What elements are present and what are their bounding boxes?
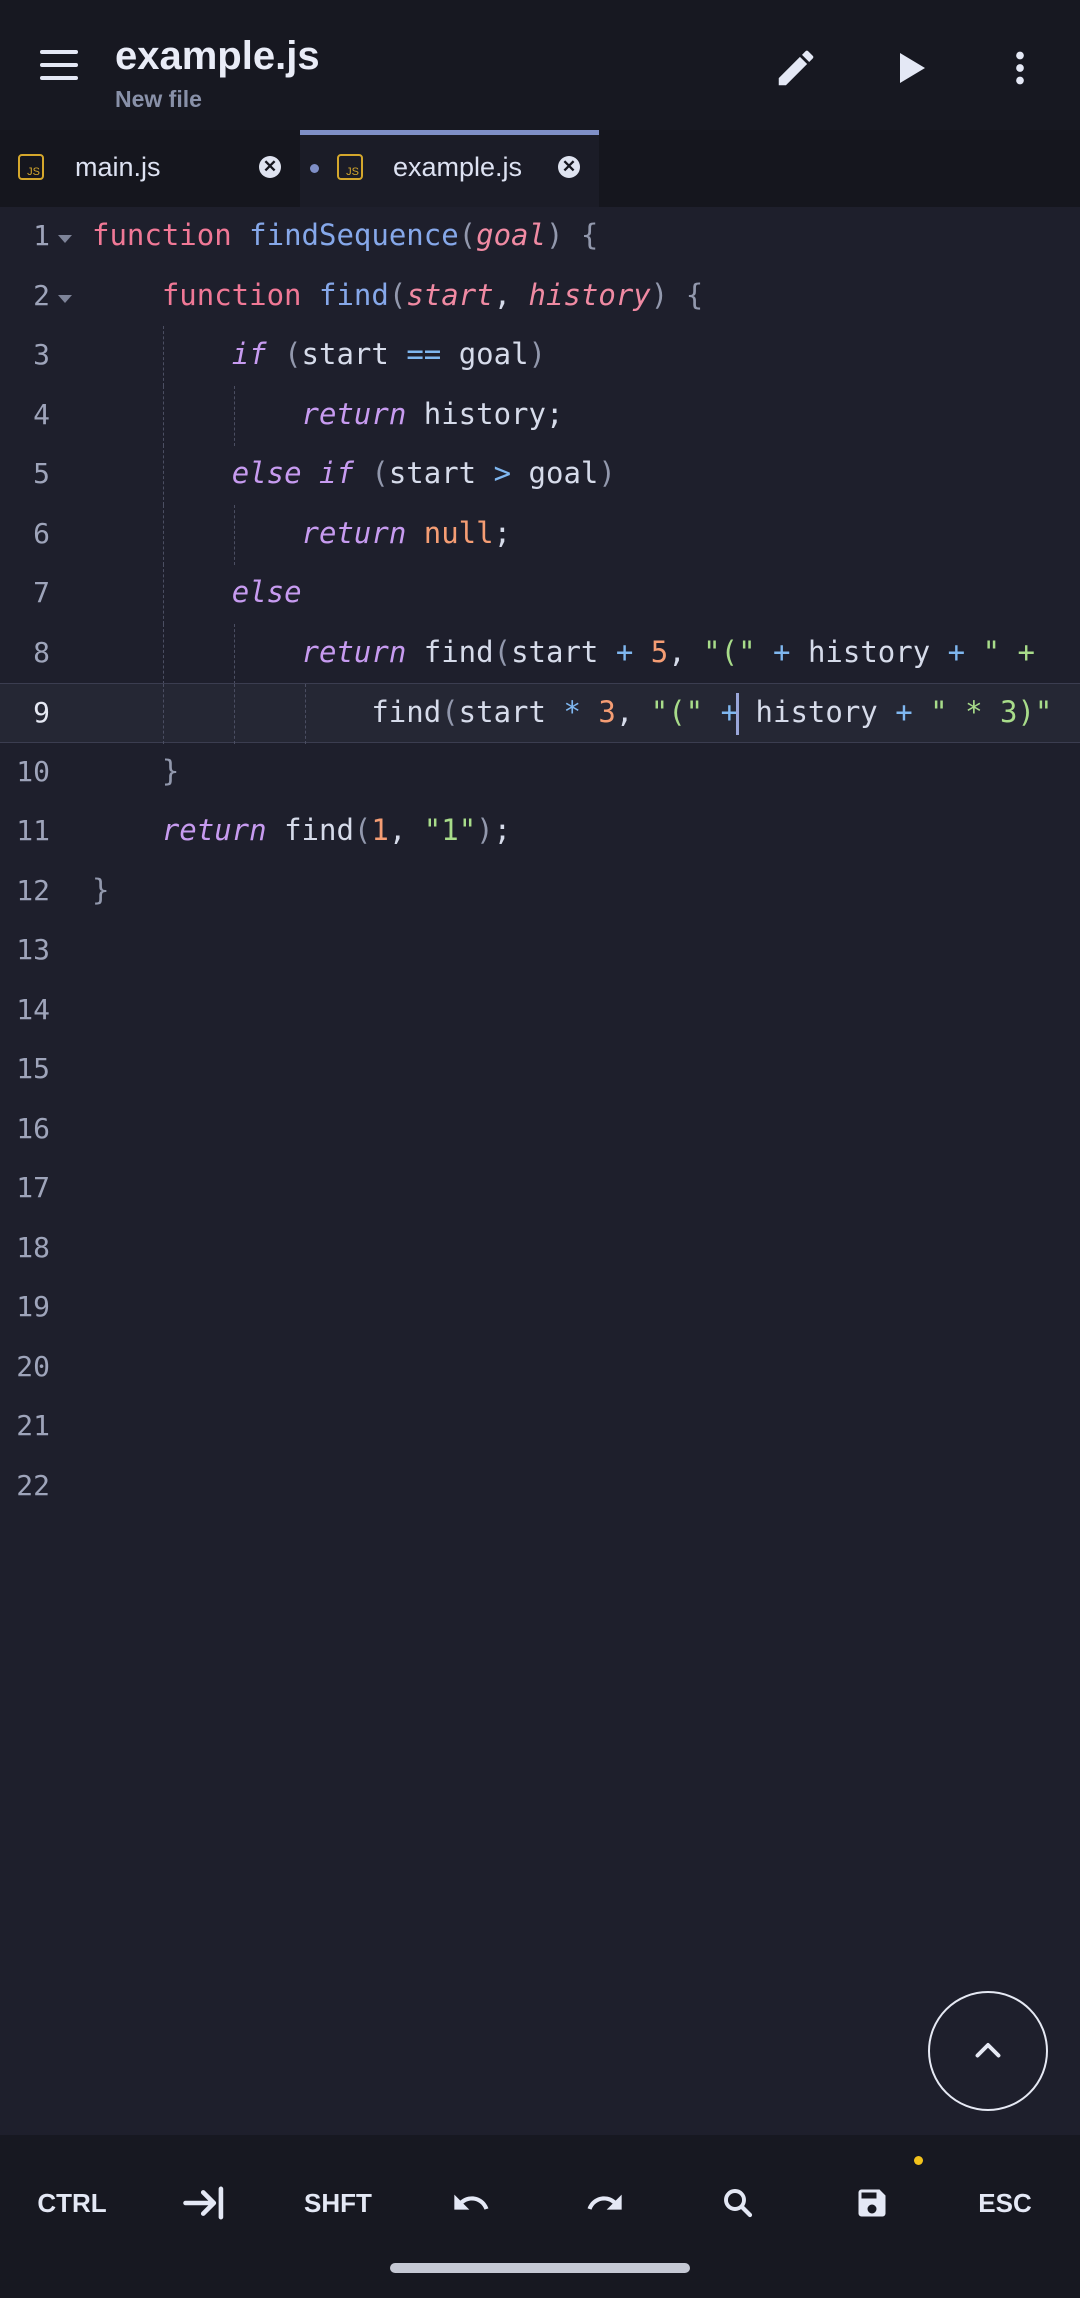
fold-chevron-icon[interactable]	[58, 235, 72, 243]
code-line[interactable]: 6 return null;	[0, 505, 1080, 565]
code-line[interactable]: 19	[0, 1278, 1080, 1338]
unsaved-dot-icon	[310, 164, 319, 173]
code-text: return find(1, "1");	[161, 813, 512, 847]
line-number: 8	[33, 636, 50, 669]
more-icon[interactable]	[990, 38, 1050, 98]
code-line[interactable]: 18	[0, 1219, 1080, 1279]
line-number: 4	[33, 398, 50, 431]
menu-icon[interactable]	[30, 36, 88, 94]
undo-icon[interactable]	[421, 2173, 521, 2233]
code-text: }	[92, 873, 110, 907]
line-number: 3	[33, 338, 50, 371]
code-line[interactable]: 5 else if (start > goal)	[0, 445, 1080, 505]
line-number: 20	[16, 1350, 50, 1383]
code-text: return history;	[301, 397, 564, 431]
file-subtitle: New file	[115, 86, 202, 112]
line-number: 6	[33, 517, 50, 550]
code-line[interactable]: 2 function find(start, history) {	[0, 267, 1080, 327]
code-text: function findSequence(goal) {	[92, 218, 599, 252]
js-file-icon: JS	[337, 154, 363, 180]
code-text: }	[161, 754, 180, 788]
code-line[interactable]: 11 return find(1, "1");	[0, 802, 1080, 862]
save-icon[interactable]	[822, 2173, 922, 2233]
code-text: return null;	[301, 516, 512, 550]
run-icon[interactable]	[880, 38, 940, 98]
code-text: find(start * 3, "(" + history + " * 3)"	[92, 695, 1053, 729]
search-icon[interactable]	[688, 2173, 788, 2233]
code-line[interactable]: 3 if (start == goal)	[0, 326, 1080, 386]
code-line[interactable]: 22	[0, 1457, 1080, 1517]
tab-icon[interactable]	[155, 2173, 255, 2233]
line-number: 21	[16, 1409, 50, 1442]
home-indicator[interactable]	[390, 2263, 690, 2273]
code-line[interactable]: 12 }	[0, 862, 1080, 922]
code-text: if (start == goal)	[231, 337, 547, 371]
line-number: 22	[16, 1469, 50, 1502]
code-editor[interactable]: 1 function findSequence(goal) { 2 functi…	[0, 207, 1080, 2135]
fold-chevron-icon[interactable]	[58, 295, 72, 303]
code-line[interactable]: 15	[0, 1040, 1080, 1100]
app-bar: example.js New file	[0, 0, 1080, 130]
tab-example-js[interactable]: JS example.js ✕	[300, 130, 599, 207]
code-line[interactable]: 8 return find(start + 5, "(" + history +…	[0, 624, 1080, 684]
tab-main-js[interactable]: JS main.js ✕	[0, 130, 300, 207]
code-line[interactable]: 16	[0, 1100, 1080, 1160]
line-number: 14	[16, 993, 50, 1026]
chevron-up-icon	[975, 2043, 1001, 2058]
code-line[interactable]: 7 else	[0, 564, 1080, 624]
line-number: 13	[16, 933, 50, 966]
line-number: 17	[16, 1171, 50, 1204]
code-text: else	[231, 575, 302, 609]
code-line[interactable]: 4 return history;	[0, 386, 1080, 446]
line-number: 12	[16, 874, 50, 907]
code-line[interactable]: 20	[0, 1338, 1080, 1398]
line-number: 10	[16, 755, 50, 788]
code-line[interactable]: 1 function findSequence(goal) {	[0, 207, 1080, 267]
code-line[interactable]: 10 }	[0, 743, 1080, 803]
code-line[interactable]: 17	[0, 1159, 1080, 1219]
line-number: 2	[33, 279, 50, 312]
tab-label: main.js	[75, 152, 161, 182]
key-toolbar: CTRL SHFT ESC	[0, 2135, 1080, 2298]
line-number: 18	[16, 1231, 50, 1264]
code-text: else if (start > goal)	[231, 456, 616, 490]
line-number: 9	[33, 696, 50, 729]
file-title: example.js	[115, 34, 320, 78]
line-number: 11	[16, 814, 50, 847]
line-number: 1	[33, 219, 50, 252]
code-line[interactable]: 13	[0, 921, 1080, 981]
unsaved-indicator-icon	[914, 2156, 923, 2165]
scroll-up-button[interactable]	[928, 1991, 1048, 2111]
tab-label: example.js	[393, 152, 523, 182]
ctrl-key[interactable]: CTRL	[22, 2173, 122, 2233]
line-number: 7	[33, 576, 50, 609]
shift-key[interactable]: SHFT	[288, 2173, 388, 2233]
js-file-icon: JS	[18, 154, 44, 180]
code-line[interactable]: 21	[0, 1397, 1080, 1457]
line-number: 5	[33, 457, 50, 490]
text-cursor	[736, 693, 739, 735]
code-line[interactable]: 14	[0, 981, 1080, 1041]
file-tabs: JS main.js ✕ JS example.js ✕	[0, 130, 1080, 207]
line-number: 16	[16, 1112, 50, 1145]
line-number: 15	[16, 1052, 50, 1085]
line-number: 19	[16, 1290, 50, 1323]
code-line-current[interactable]: 9 find(start * 3, "(" + history + " * 3)…	[0, 683, 1080, 744]
redo-icon[interactable]	[555, 2173, 655, 2233]
code-text: function find(start, history) {	[161, 278, 704, 312]
close-icon[interactable]: ✕	[558, 156, 580, 178]
edit-icon[interactable]	[766, 38, 826, 98]
code-text: return find(start + 5, "(" + history + "…	[301, 635, 1053, 669]
esc-key[interactable]: ESC	[955, 2173, 1055, 2233]
close-icon[interactable]: ✕	[259, 156, 281, 178]
